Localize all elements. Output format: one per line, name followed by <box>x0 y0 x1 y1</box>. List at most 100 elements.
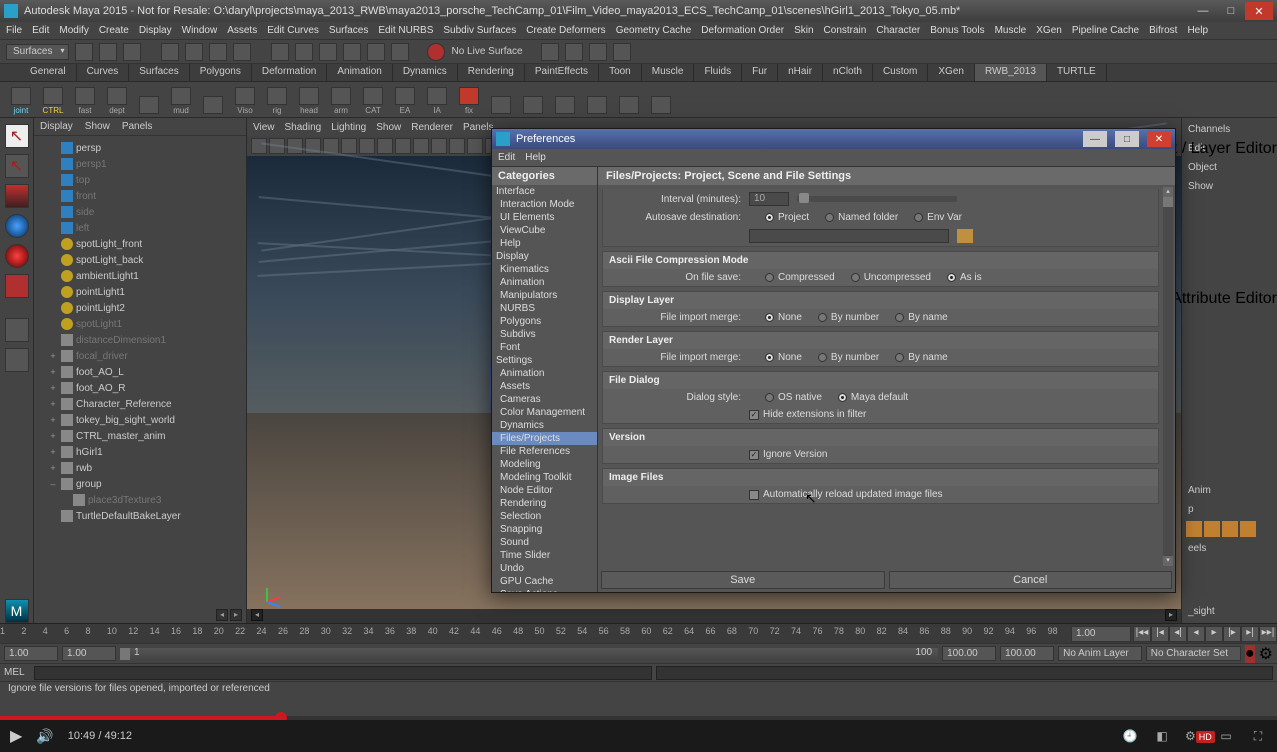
select-tool-icon[interactable]: ↖ <box>5 124 29 148</box>
shelf-tab-fluids[interactable]: Fluids <box>694 64 742 81</box>
time-end-field[interactable]: 1.00 <box>1071 626 1131 642</box>
viewport-tool-icon[interactable] <box>377 138 393 154</box>
shelf-tab-ncloth[interactable]: nCloth <box>823 64 873 81</box>
radio-render-bynumber[interactable] <box>818 353 827 362</box>
step-fwd-icon[interactable]: ▸| <box>1241 626 1259 642</box>
shelf-button[interactable] <box>486 85 516 115</box>
shelf-button-fix[interactable]: fix <box>454 85 484 115</box>
menu-create[interactable]: Create <box>99 25 129 36</box>
layer-tab[interactable]: Anim <box>1186 483 1273 498</box>
category-sound[interactable]: Sound <box>492 536 597 549</box>
category-node-editor[interactable]: Node Editor <box>492 484 597 497</box>
outliner-item[interactable]: +rwb <box>36 460 244 476</box>
shelf-button-ia[interactable]: IA <box>422 85 452 115</box>
viewport-tool-icon[interactable] <box>359 138 375 154</box>
dialog-menu-edit[interactable]: Edit <box>498 152 515 163</box>
menu-help[interactable]: Help <box>1187 25 1208 36</box>
toolbar-button[interactable] <box>391 43 409 61</box>
shelf-button-joint[interactable]: joint <box>6 85 36 115</box>
category-modeling[interactable]: Modeling <box>492 458 597 471</box>
range-end-in[interactable]: 100.00 <box>942 646 996 661</box>
outliner-item[interactable]: +tokey_big_sight_world <box>36 412 244 428</box>
anim-layer-dropdown[interactable]: No Anim Layer <box>1058 646 1142 661</box>
right-panel-label[interactable]: Channels <box>1186 122 1273 137</box>
category-undo[interactable]: Undo <box>492 562 597 575</box>
category-rendering[interactable]: Rendering <box>492 497 597 510</box>
shelf-button-mud[interactable]: mud <box>166 85 196 115</box>
outliner-item[interactable]: distanceDimension1 <box>36 332 244 348</box>
attribute-editor-tab[interactable]: Attribute Editor <box>1171 290 1277 390</box>
toolbar-button[interactable] <box>233 43 251 61</box>
step-back-icon[interactable]: |◂ <box>1151 626 1169 642</box>
move-tool-icon[interactable] <box>5 214 29 238</box>
toolbar-button[interactable] <box>613 43 631 61</box>
play-icon[interactable]: ▶ <box>10 726 22 746</box>
category-interface[interactable]: Interface <box>492 185 597 198</box>
menu-display[interactable]: Display <box>139 25 172 36</box>
menu-subdiv-surfaces[interactable]: Subdiv Surfaces <box>443 25 516 36</box>
go-end-icon[interactable]: ▸▸| <box>1259 626 1277 642</box>
menu-xgen[interactable]: XGen <box>1036 25 1062 36</box>
toolbar-button[interactable] <box>565 43 583 61</box>
shelf-button-rig[interactable]: rig <box>262 85 292 115</box>
autosave-path-input[interactable] <box>749 229 949 243</box>
outliner-item[interactable]: TurtleDefaultBakeLayer <box>36 508 244 524</box>
category-cameras[interactable]: Cameras <box>492 393 597 406</box>
layer-icon[interactable] <box>1204 521 1220 537</box>
char-set-dropdown[interactable]: No Character Set <box>1146 646 1241 661</box>
category-snapping[interactable]: Snapping <box>492 523 597 536</box>
category-settings[interactable]: Settings <box>492 354 597 367</box>
category-viewcube[interactable]: ViewCube <box>492 224 597 237</box>
shelf-button-viso[interactable]: Viso <box>230 85 260 115</box>
category-gpu-cache[interactable]: GPU Cache <box>492 575 597 588</box>
close-button[interactable]: ✕ <box>1245 2 1273 20</box>
cast-icon[interactable]: ◧ <box>1153 729 1171 743</box>
viewport-menu-renderer[interactable]: Renderer <box>411 122 453 133</box>
outliner-item[interactable]: side <box>36 204 244 220</box>
outliner-item[interactable]: ambientLight1 <box>36 268 244 284</box>
shelf-button[interactable] <box>134 85 164 115</box>
shelf-tab-muscle[interactable]: Muscle <box>642 64 695 81</box>
toolbar-button[interactable] <box>541 43 559 61</box>
shelf-tab-custom[interactable]: Custom <box>873 64 928 81</box>
radio-uncompressed[interactable] <box>851 273 860 282</box>
shelf-tab-painteffects[interactable]: PaintEffects <box>525 64 599 81</box>
maximize-button[interactable]: □ <box>1217 2 1245 20</box>
outliner-item[interactable]: spotLight_front <box>36 236 244 252</box>
shelf-tab-xgen[interactable]: XGen <box>928 64 975 81</box>
shelf-button-fast[interactable]: fast <box>70 85 100 115</box>
outliner-item[interactable]: +focal_driver <box>36 348 244 364</box>
category-animation[interactable]: Animation <box>492 276 597 289</box>
dialog-close-button[interactable]: ✕ <box>1147 131 1171 147</box>
shelf-tab-nhair[interactable]: nHair <box>778 64 823 81</box>
play-back-icon[interactable]: ◂ <box>1187 626 1205 642</box>
outliner-item[interactable]: +foot_AO_L <box>36 364 244 380</box>
scale-tool-icon[interactable] <box>5 274 29 298</box>
shelf-tab-general[interactable]: General <box>20 64 77 81</box>
category-animation[interactable]: Animation <box>492 367 597 380</box>
scrollbar[interactable]: ▴ ▾ <box>1163 187 1173 566</box>
shelf-button[interactable] <box>582 85 612 115</box>
menu-edit-nurbs[interactable]: Edit NURBS <box>378 25 433 36</box>
category-manipulators[interactable]: Manipulators <box>492 289 597 302</box>
dialog-minimize-button[interactable]: — <box>1083 131 1107 147</box>
menu-window[interactable]: Window <box>182 25 218 36</box>
paint-tool-icon[interactable] <box>5 184 29 208</box>
play-fwd-icon[interactable]: ▸ <box>1205 626 1223 642</box>
fullscreen-icon[interactable]: ⛶ <box>1249 729 1267 744</box>
category-modeling-toolkit[interactable]: Modeling Toolkit <box>492 471 597 484</box>
checkbox-hide-ext[interactable]: ✓ <box>749 410 759 420</box>
viewport-menu-view[interactable]: View <box>253 122 275 133</box>
outliner-item[interactable]: pointLight2 <box>36 300 244 316</box>
menu-character[interactable]: Character <box>876 25 920 36</box>
minimize-button[interactable]: — <box>1189 2 1217 20</box>
save-button[interactable]: Save <box>601 571 885 589</box>
toolbar-button[interactable] <box>185 43 203 61</box>
outliner-item[interactable]: +foot_AO_R <box>36 380 244 396</box>
time-slider[interactable]: 1246810121416182022242628303234363840424… <box>0 623 1277 643</box>
category-files-projects[interactable]: Files/Projects <box>492 432 597 445</box>
viewport-menu-show[interactable]: Show <box>376 122 401 133</box>
dialog-maximize-button[interactable]: □ <box>1115 131 1139 147</box>
shelf-tab-animation[interactable]: Animation <box>327 64 392 81</box>
dialog-menu-help[interactable]: Help <box>525 152 546 163</box>
